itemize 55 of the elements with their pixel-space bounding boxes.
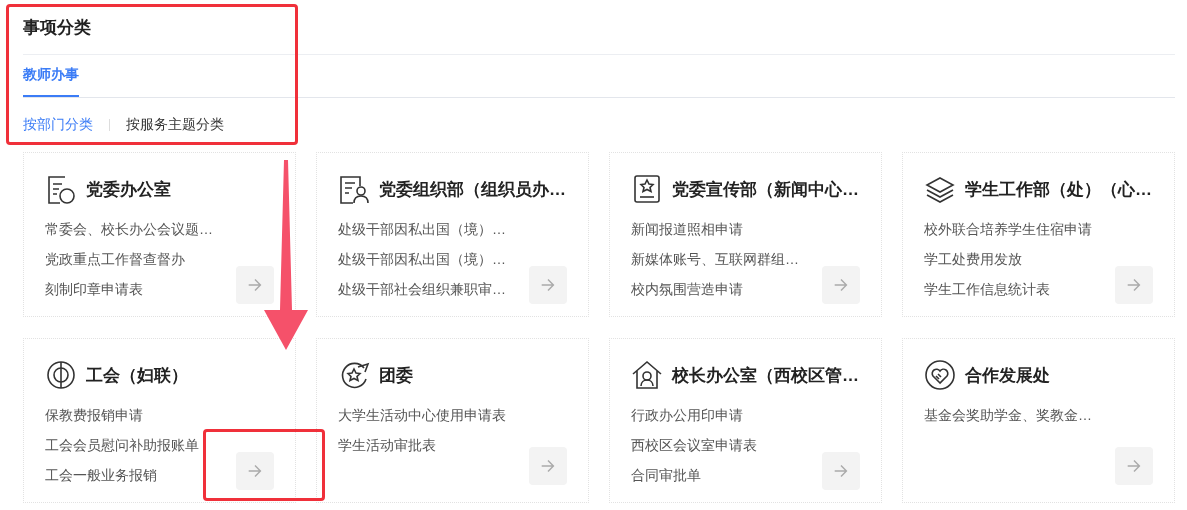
go-button[interactable] xyxy=(529,266,567,304)
go-button[interactable] xyxy=(529,447,567,485)
arrow-right-icon xyxy=(246,462,264,480)
service-link[interactable]: 合同审批单 xyxy=(631,460,701,490)
service-link[interactable]: 工会一般业务报销 xyxy=(45,460,157,490)
service-link[interactable]: 保教费报销申请 xyxy=(45,400,143,430)
service-link[interactable]: 学生工作信息统计表 xyxy=(924,274,1050,304)
service-link[interactable]: 大学生活动中心使用申请表 xyxy=(338,400,506,430)
service-link[interactable]: 学工处费用发放 xyxy=(924,244,1022,274)
department-icon xyxy=(631,173,663,205)
department-icon xyxy=(631,359,663,391)
service-link[interactable]: 处级干部因私出国（境）… xyxy=(338,244,506,274)
go-button[interactable] xyxy=(1115,447,1153,485)
arrow-right-icon xyxy=(539,457,557,475)
department-icon xyxy=(45,359,77,391)
arrow-right-icon xyxy=(1125,457,1143,475)
card-title: 学生工作部（处）（心… xyxy=(965,178,1152,201)
department-icon xyxy=(338,173,370,205)
go-button[interactable] xyxy=(236,266,274,304)
go-button[interactable] xyxy=(236,452,274,490)
go-button[interactable] xyxy=(1115,266,1153,304)
department-icon xyxy=(924,359,956,391)
card-title: 党委宣传部（新闻中心… xyxy=(672,178,859,201)
tab[interactable]: 教师办事 xyxy=(23,55,79,97)
go-button[interactable] xyxy=(822,266,860,304)
go-button[interactable] xyxy=(822,452,860,490)
service-link[interactable]: 新闻报道照相申请 xyxy=(631,214,743,244)
service-link[interactable]: 处级干部社会组织兼职审… xyxy=(338,274,506,304)
card-title: 工会（妇联） xyxy=(86,364,188,387)
service-link[interactable]: 常委会、校长办公会议题… xyxy=(45,214,213,244)
service-link[interactable]: 处级干部因私出国（境）… xyxy=(338,214,506,244)
category-tab[interactable]: 按部门分类 xyxy=(23,116,93,134)
card-title: 团委 xyxy=(379,364,413,387)
card-title: 合作发展处 xyxy=(965,364,1050,387)
arrow-right-icon xyxy=(246,276,264,294)
service-link[interactable]: 工会会员慰问补助报账单 xyxy=(45,430,199,460)
section-title: 事项分类 xyxy=(23,0,1175,55)
service-link[interactable]: 新媒体账号、互联网群组… xyxy=(631,244,799,274)
service-link[interactable]: 西校区会议室申请表 xyxy=(631,430,757,460)
service-link[interactable]: 学生活动审批表 xyxy=(338,430,436,460)
service-link[interactable]: 刻制印章申请表 xyxy=(45,274,143,304)
category-tab[interactable]: 按服务主题分类 xyxy=(126,116,224,134)
card-title: 党委办公室 xyxy=(86,178,171,201)
service-link[interactable]: 校内氛围营造申请 xyxy=(631,274,743,304)
service-link[interactable]: 党政重点工作督查督办 xyxy=(45,244,185,274)
department-icon xyxy=(45,173,77,205)
service-link[interactable]: 校外联合培养学生住宿申请 xyxy=(924,214,1092,244)
card-title: 校长办公室（西校区管… xyxy=(672,364,859,387)
card-title: 党委组织部（组织员办… xyxy=(379,178,566,201)
service-link[interactable]: 基金会奖助学金、奖教金… xyxy=(924,400,1092,430)
arrow-right-icon xyxy=(832,462,850,480)
service-link[interactable]: 行政办公用印申请 xyxy=(631,400,743,430)
arrow-right-icon xyxy=(539,276,557,294)
arrow-right-icon xyxy=(832,276,850,294)
arrow-right-icon xyxy=(1125,276,1143,294)
